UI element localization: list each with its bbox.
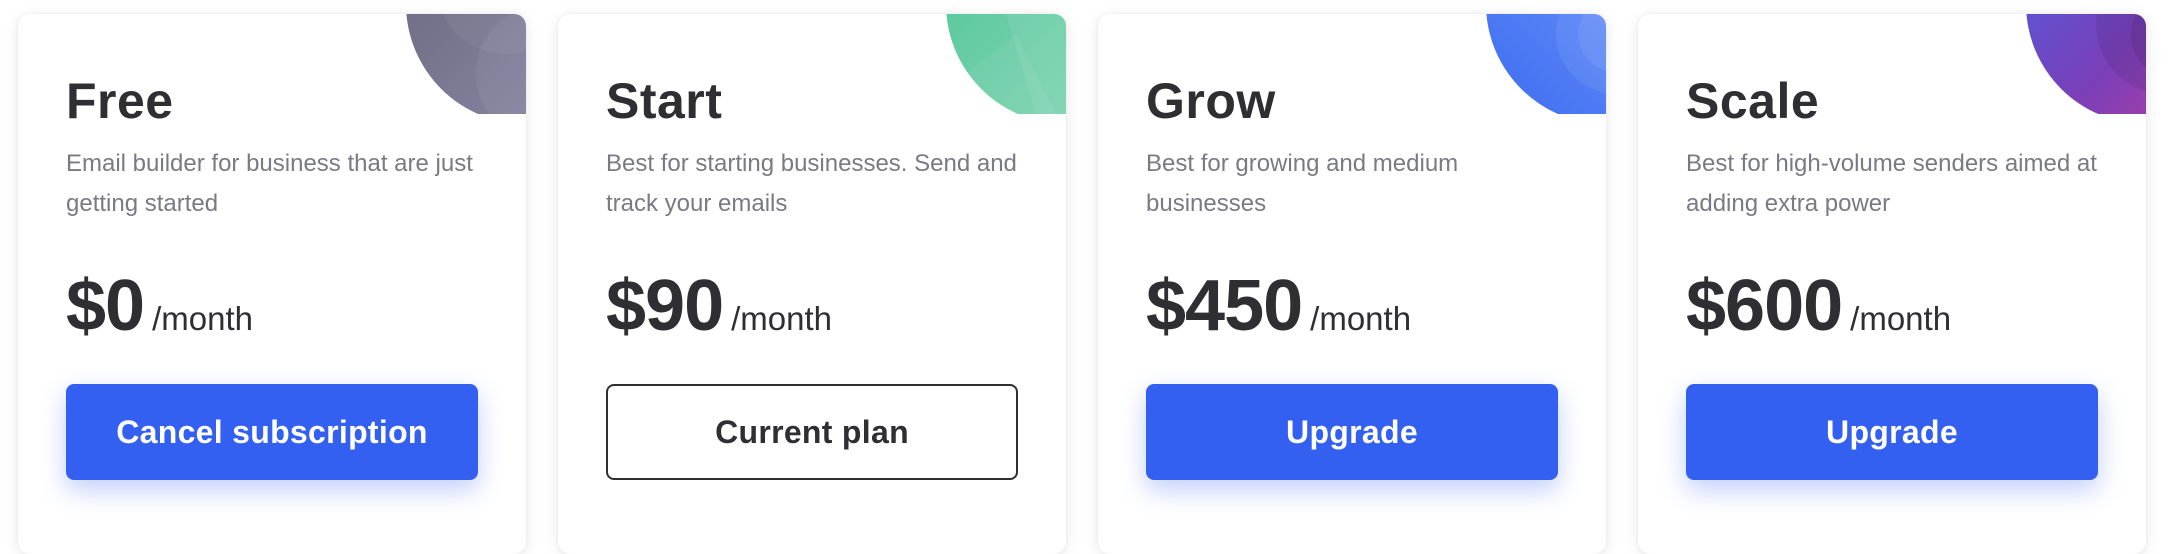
current-plan-button[interactable]: Current plan xyxy=(606,384,1018,480)
plan-price: $600/month xyxy=(1686,270,1951,342)
plan-description: Best for growing and medium businesses xyxy=(1146,150,1459,217)
plan-card-scale: Scale Best for high-volume senders aimed… xyxy=(1638,14,2146,554)
cancel-subscription-button[interactable]: Cancel subscription xyxy=(66,384,478,480)
plan-description: Best for starting businesses. Send and t… xyxy=(606,150,1017,217)
plan-name: Free xyxy=(66,73,174,129)
plan-name: Start xyxy=(606,73,723,129)
pricing-cards: Free Email builder for business that are… xyxy=(0,0,2172,554)
plan-name: Scale xyxy=(1686,73,1820,129)
price-amount: $90 xyxy=(606,266,724,346)
price-amount: $450 xyxy=(1146,266,1303,346)
plan-card-start: Start Best for starting businesses. Send… xyxy=(558,14,1066,554)
plan-price: $0/month xyxy=(66,270,253,342)
decorative-corner-shape xyxy=(946,14,1066,114)
decorative-corner-shape xyxy=(2026,14,2146,114)
decorative-corner-shape xyxy=(406,14,526,114)
decorative-corner-shape xyxy=(1486,14,1606,114)
price-period: /month xyxy=(731,300,833,337)
price-period: /month xyxy=(1850,300,1952,337)
price-period: /month xyxy=(152,300,253,337)
upgrade-button[interactable]: Upgrade xyxy=(1686,384,2098,480)
plan-card-grow: Grow Best for growing and medium busines… xyxy=(1098,14,1606,554)
price-period: /month xyxy=(1310,300,1412,337)
price-amount: $0 xyxy=(66,266,145,346)
upgrade-button[interactable]: Upgrade xyxy=(1146,384,1558,480)
price-amount: $600 xyxy=(1686,266,1843,346)
plan-card-free: Free Email builder for business that are… xyxy=(18,14,526,554)
plan-price: $90/month xyxy=(606,270,832,342)
plan-description: Best for high-volume senders aimed at ad… xyxy=(1686,150,2097,217)
plan-description: Email builder for business that are just… xyxy=(66,150,473,217)
plan-price: $450/month xyxy=(1146,270,1411,342)
plan-name: Grow xyxy=(1146,73,1276,129)
